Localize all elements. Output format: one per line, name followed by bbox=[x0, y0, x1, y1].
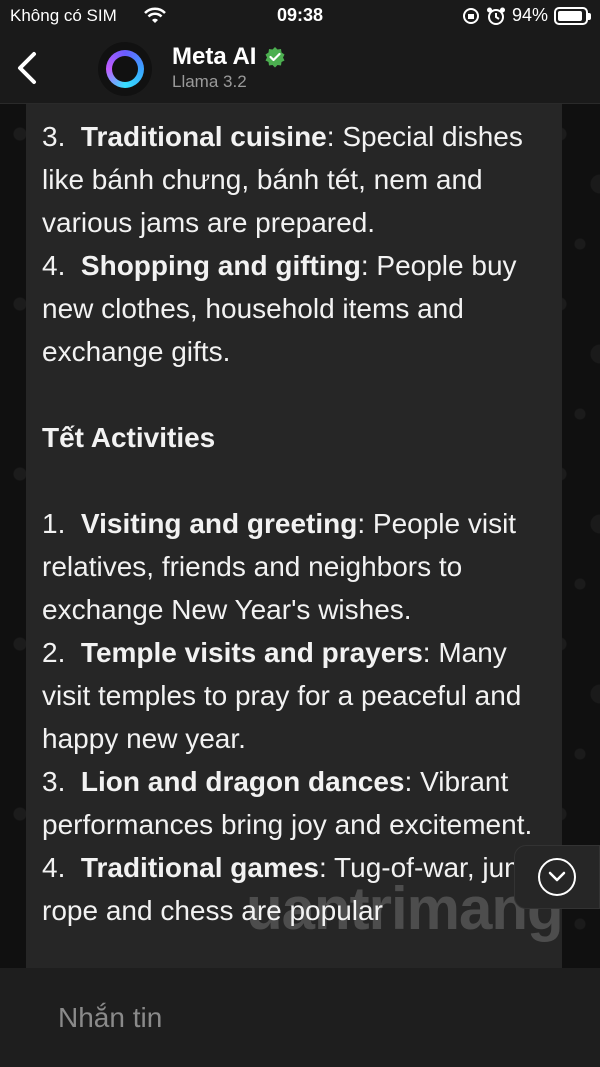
message-composer: Nhắn tin bbox=[0, 968, 600, 1067]
watermark-logo: uantrimang bbox=[246, 875, 562, 942]
message-text: 3. Traditional cuisine: Special dishes l… bbox=[42, 104, 552, 932]
list-item: 4. Shopping and gifting: People buy new … bbox=[42, 250, 517, 367]
status-right: 94% bbox=[462, 5, 591, 26]
list-item: 2. Temple visits and prayers: Many visit… bbox=[42, 637, 522, 754]
battery-percent: 94% bbox=[511, 5, 548, 25]
chat-subtitle: Llama 3.2 bbox=[172, 72, 247, 91]
message-input[interactable]: Nhắn tin bbox=[40, 984, 560, 1054]
message-placeholder: Nhắn tin bbox=[58, 1002, 163, 1033]
meta-ai-avatar[interactable] bbox=[98, 42, 152, 96]
meta-ai-ring-icon bbox=[106, 50, 144, 88]
alarm-icon bbox=[486, 7, 505, 25]
battery-icon bbox=[554, 6, 591, 25]
verified-badge-icon bbox=[265, 47, 285, 68]
battery-fill bbox=[558, 10, 583, 21]
section-heading: Tết Activities bbox=[42, 422, 216, 453]
list-item: 3. Lion and dragon dances: Vibrant perfo… bbox=[42, 766, 533, 840]
clipped-previous-line bbox=[42, 104, 552, 115]
status-bar: Không có SIM 09:38 94% bbox=[0, 0, 600, 34]
back-chevron-icon[interactable] bbox=[10, 48, 44, 88]
list-item: 1. Visiting and greeting: People visit r… bbox=[42, 508, 517, 625]
chat-header: Meta AI Llama 3.2 bbox=[0, 34, 600, 104]
scroll-to-bottom-button[interactable] bbox=[514, 845, 600, 909]
list-item: 3. Traditional cuisine: Special dishes l… bbox=[42, 121, 523, 238]
chat-title-row[interactable]: Meta AI bbox=[172, 43, 286, 71]
chevron-down-icon bbox=[538, 858, 576, 896]
rotation-lock-icon bbox=[462, 7, 479, 24]
ai-message-bubble: 3. Traditional cuisine: Special dishes l… bbox=[26, 104, 562, 968]
chat-title: Meta AI bbox=[172, 43, 257, 70]
